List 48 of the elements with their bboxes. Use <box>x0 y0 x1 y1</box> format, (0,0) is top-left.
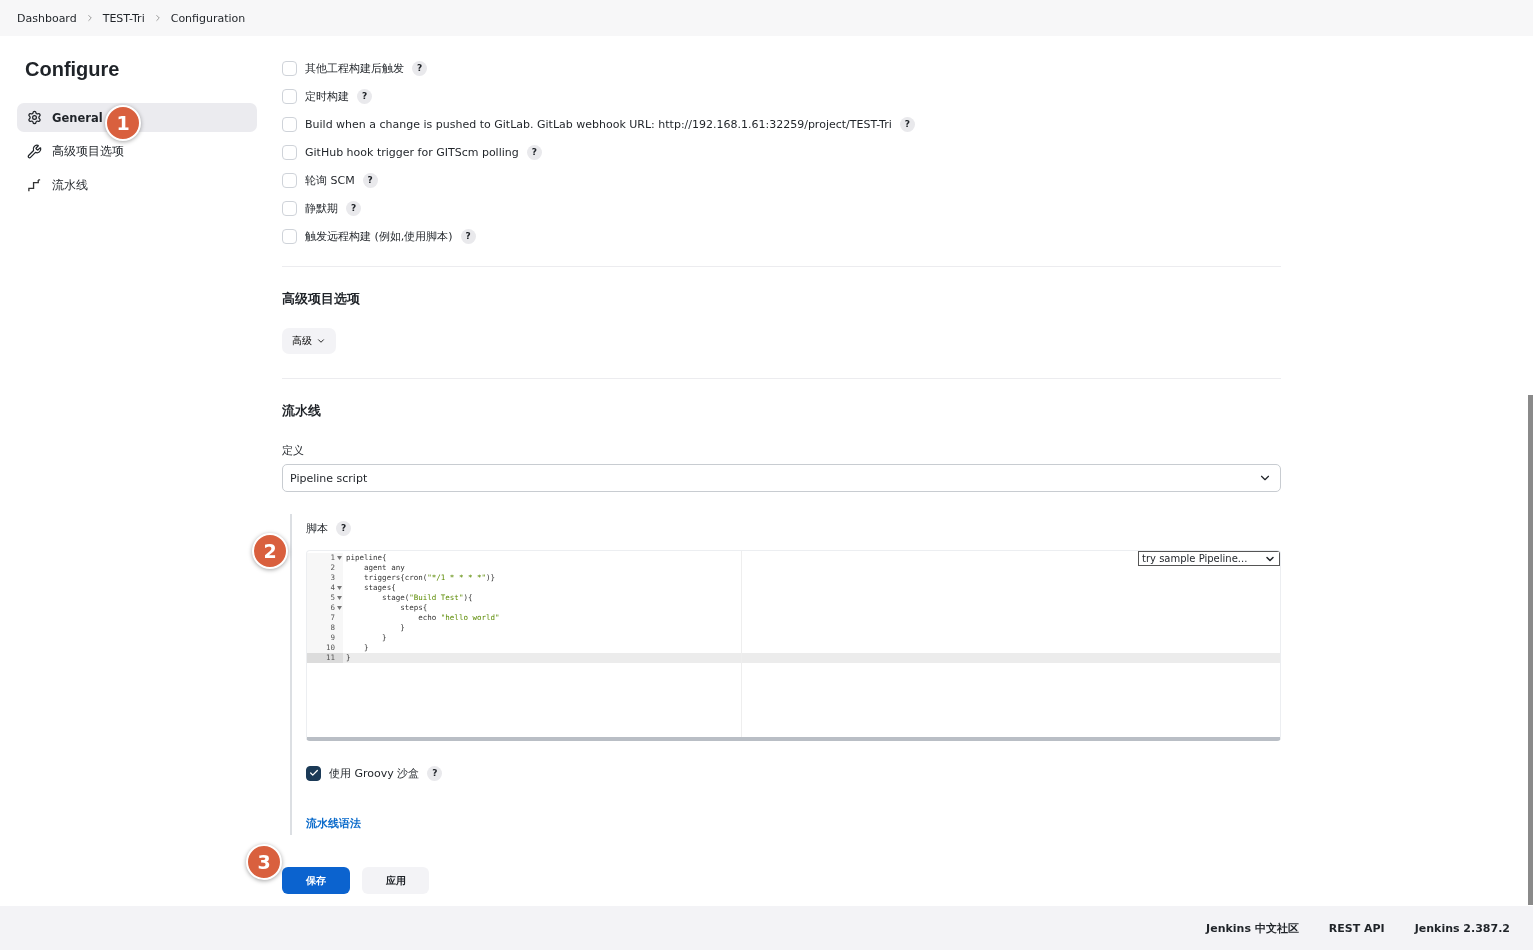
checkbox-label: 定时构建 <box>305 88 349 104</box>
help-icon[interactable]: ? <box>899 116 915 132</box>
checkbox-label: GitHub hook trigger for GITScm polling <box>305 145 519 159</box>
section-title: 高级项目选项 <box>282 291 361 308</box>
fold-icon[interactable] <box>337 556 342 560</box>
apply-button[interactable]: 应用 <box>362 867 429 894</box>
field-label: 定义 <box>282 444 305 458</box>
help-icon[interactable]: ? <box>460 228 476 244</box>
pipeline-icon <box>27 178 42 193</box>
page-title: Configure <box>25 58 121 81</box>
checkbox-label: 轮询 SCM <box>305 172 355 188</box>
settings-icon <box>27 110 42 125</box>
step-badge: 3 <box>246 844 282 880</box>
sidebar-item[interactable]: 流水线 <box>17 171 257 200</box>
sample-select[interactable]: try sample Pipeline... <box>1138 551 1280 566</box>
chevron-icon <box>316 336 326 346</box>
checkbox-label: Build when a change is pushed to GitLab. GitLab webhook URL: http://192.168.1.61:32259/project/TEST-Tri <box>305 117 892 131</box>
step-badge: 2 <box>252 533 288 569</box>
help-icon[interactable]: ? <box>412 60 427 76</box>
footer-link[interactable]: REST API <box>1328 921 1385 935</box>
section-title: 流水线 <box>282 403 322 420</box>
definition-select[interactable]: Pipeline script <box>282 464 1281 492</box>
syntax-link[interactable]: 流水线语法 <box>306 817 361 831</box>
breadcrumb-link[interactable]: Configuration <box>170 11 246 25</box>
help-icon[interactable]: ? <box>362 172 378 188</box>
advanced-button[interactable]: 高级 <box>282 328 336 354</box>
breadcrumb-link[interactable]: TEST-Tri <box>102 11 145 25</box>
help-icon[interactable]: ? <box>357 88 372 104</box>
help-icon[interactable]: ? <box>427 765 443 781</box>
scrollbar[interactable] <box>1528 395 1533 905</box>
help-icon[interactable]: ? <box>346 200 361 216</box>
breadcrumb-link[interactable]: Dashboard <box>17 11 77 25</box>
wrench-icon <box>27 144 42 159</box>
save-button[interactable]: 保存 <box>282 867 350 894</box>
fold-icon[interactable] <box>337 586 342 590</box>
fold-icon[interactable] <box>337 606 342 610</box>
fold-icon[interactable] <box>337 596 342 600</box>
footer-link[interactable]: Jenkins 中文社区 <box>1206 920 1299 936</box>
footer-link[interactable]: Jenkins 2.387.2 <box>1414 921 1510 935</box>
checkbox-label: 静默期 <box>305 200 338 216</box>
checkbox[interactable] <box>306 765 321 781</box>
help-icon[interactable]: ? <box>336 520 351 536</box>
check-icon <box>308 768 319 778</box>
field-label: 脚本 <box>306 520 328 536</box>
checkbox-label: 触发远程构建 (例如,使用脚本) <box>305 228 453 244</box>
checkbox-label: 使用 Groovy 沙盒 <box>329 765 420 781</box>
help-icon[interactable]: ? <box>526 144 542 160</box>
checkbox-label: 其他工程构建后触发 <box>305 60 404 76</box>
